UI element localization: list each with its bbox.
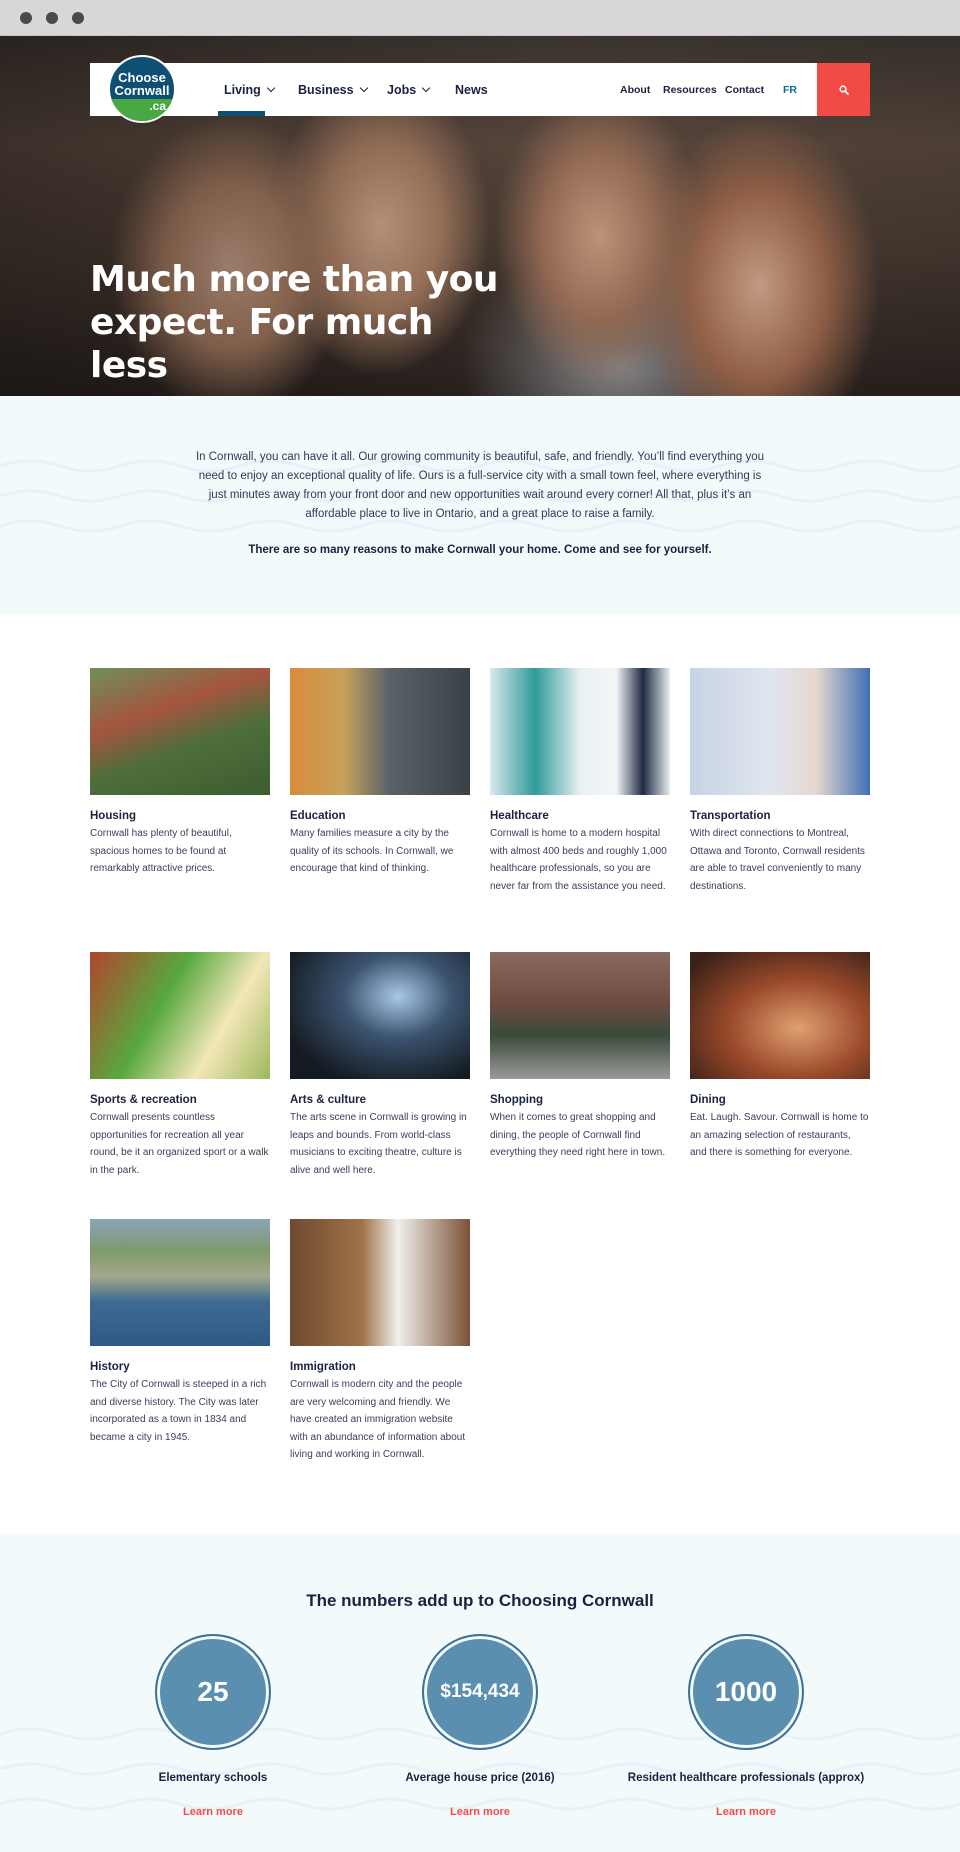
card-text: The arts scene in Cornwall is growing in…: [290, 1112, 467, 1176]
card-housing[interactable]: Housing Cornwall has plenty of beautiful…: [90, 668, 270, 878]
nav-link-contact[interactable]: Contact: [725, 63, 764, 116]
card-text: With direct connections to Montreal, Ott…: [690, 828, 865, 892]
card-healthcare[interactable]: Healthcare Cornwall is home to a modern …: [490, 668, 670, 895]
search-icon: [838, 84, 849, 95]
chevron-down-icon: [421, 83, 431, 92]
nav-item-jobs[interactable]: Jobs: [387, 63, 431, 116]
card-transportation[interactable]: Transportation With direct connections t…: [690, 668, 870, 895]
card-text: Cornwall is home to a modern hospital wi…: [490, 828, 667, 892]
card-image: [290, 668, 470, 795]
card-text: Cornwall is modern city and the people a…: [290, 1379, 466, 1460]
card-text: Cornwall has plenty of beautiful, spacio…: [90, 828, 232, 874]
card-history[interactable]: History The City of Cornwall is steeped …: [90, 1219, 270, 1446]
nav-item-label: Jobs: [387, 82, 417, 97]
stat-label: Elementary schools: [158, 1772, 268, 1784]
card-text: Many families measure a city by the qual…: [290, 828, 454, 874]
stat-elementary-schools: 25 Elementary schools Learn more: [83, 1634, 343, 1818]
card-title: Arts & culture: [290, 1094, 367, 1106]
nav-item-news[interactable]: News: [455, 63, 488, 116]
nav-item-label: Living: [224, 82, 261, 97]
card-immigration[interactable]: Immigration Cornwall is modern city and …: [290, 1219, 470, 1464]
card-title: Transportation: [690, 810, 771, 822]
intro-callout: There are so many reasons to make Cornwa…: [248, 544, 712, 556]
card-image: [290, 1219, 470, 1346]
card-image: [690, 668, 870, 795]
card-title: History: [90, 1361, 130, 1373]
language-toggle-fr[interactable]: FR: [783, 63, 797, 116]
learn-more-link[interactable]: Learn more: [616, 1806, 876, 1818]
nav-active-indicator: [218, 111, 265, 116]
chevron-down-icon: [359, 83, 368, 92]
card-text: Eat. Laugh. Savour. Cornwall is home to …: [690, 1112, 869, 1158]
card-title: Sports & recreation: [90, 1094, 197, 1106]
card-dining[interactable]: Dining Eat. Laugh. Savour. Cornwall is h…: [690, 952, 870, 1162]
card-title: Immigration: [290, 1361, 356, 1373]
nav-item-living[interactable]: Living: [224, 63, 276, 116]
window-maximize-dot[interactable]: [72, 12, 84, 24]
card-image: [290, 952, 470, 1079]
stat-healthcare-professionals: 1000 Resident healthcare professionals (…: [616, 1634, 876, 1818]
intro-paragraph: In Cornwall, you can have it all. Our gr…: [195, 451, 765, 520]
numbers-title: The numbers add up to Choosing Cornwall: [306, 1591, 654, 1610]
card-title: Education: [290, 810, 346, 822]
chevron-down-icon: [266, 83, 276, 92]
card-image: [490, 668, 670, 795]
card-image: [690, 952, 870, 1079]
card-sports-recreation[interactable]: Sports & recreation Cornwall presents co…: [90, 952, 270, 1179]
card-title: Housing: [90, 810, 136, 822]
card-title: Dining: [690, 1094, 726, 1106]
nav-item-label: Business: [298, 82, 354, 97]
card-shopping[interactable]: Shopping When it comes to great shopping…: [490, 952, 670, 1162]
stat-house-price: $154,434 Average house price (2016) Lear…: [350, 1634, 610, 1818]
card-image: [90, 668, 270, 795]
card-arts-culture[interactable]: Arts & culture The arts scene in Cornwal…: [290, 952, 470, 1179]
nav-link-about[interactable]: About: [620, 63, 650, 116]
card-education[interactable]: Education Many families measure a city b…: [290, 668, 470, 878]
logo-suffix: .ca: [149, 99, 166, 113]
card-text: When it comes to great shopping and dini…: [490, 1112, 666, 1158]
stat-label: Average house price (2016): [405, 1772, 555, 1784]
learn-more-link[interactable]: Learn more: [350, 1806, 610, 1818]
card-text: The City of Cornwall is steeped in a ric…: [90, 1379, 267, 1443]
search-button[interactable]: [817, 63, 870, 116]
nav-item-business[interactable]: Business: [298, 63, 368, 116]
nav-item-label: News: [455, 82, 488, 97]
hero-title: Much more than you expect. For much less: [90, 259, 499, 386]
main-navbar: Choose Cornwall .ca Living Business Jobs…: [90, 55, 870, 123]
card-title: Healthcare: [490, 810, 549, 822]
card-title: Shopping: [490, 1094, 544, 1106]
browser-chrome: [0, 0, 960, 36]
learn-more-link[interactable]: Learn more: [83, 1806, 343, 1818]
stat-circle: $154,434: [422, 1634, 538, 1750]
card-image: [90, 1219, 270, 1346]
stat-circle: 1000: [688, 1634, 804, 1750]
window-close-dot[interactable]: [20, 12, 32, 24]
intro-section: In Cornwall, you can have it all. Our gr…: [0, 396, 960, 614]
stat-label: Resident healthcare professionals (appro…: [627, 1772, 865, 1784]
nav-link-resources[interactable]: Resources: [663, 63, 717, 116]
card-image: [490, 952, 670, 1079]
window-minimize-dot[interactable]: [46, 12, 58, 24]
numbers-section: The numbers add up to Choosing Cornwall …: [0, 1534, 960, 1852]
stat-circle: 25: [155, 1634, 271, 1750]
card-image: [90, 952, 270, 1079]
card-text: Cornwall presents countless opportunitie…: [90, 1112, 269, 1176]
logo-text: Choose Cornwall: [114, 70, 170, 98]
site-logo[interactable]: Choose Cornwall .ca: [108, 55, 176, 123]
